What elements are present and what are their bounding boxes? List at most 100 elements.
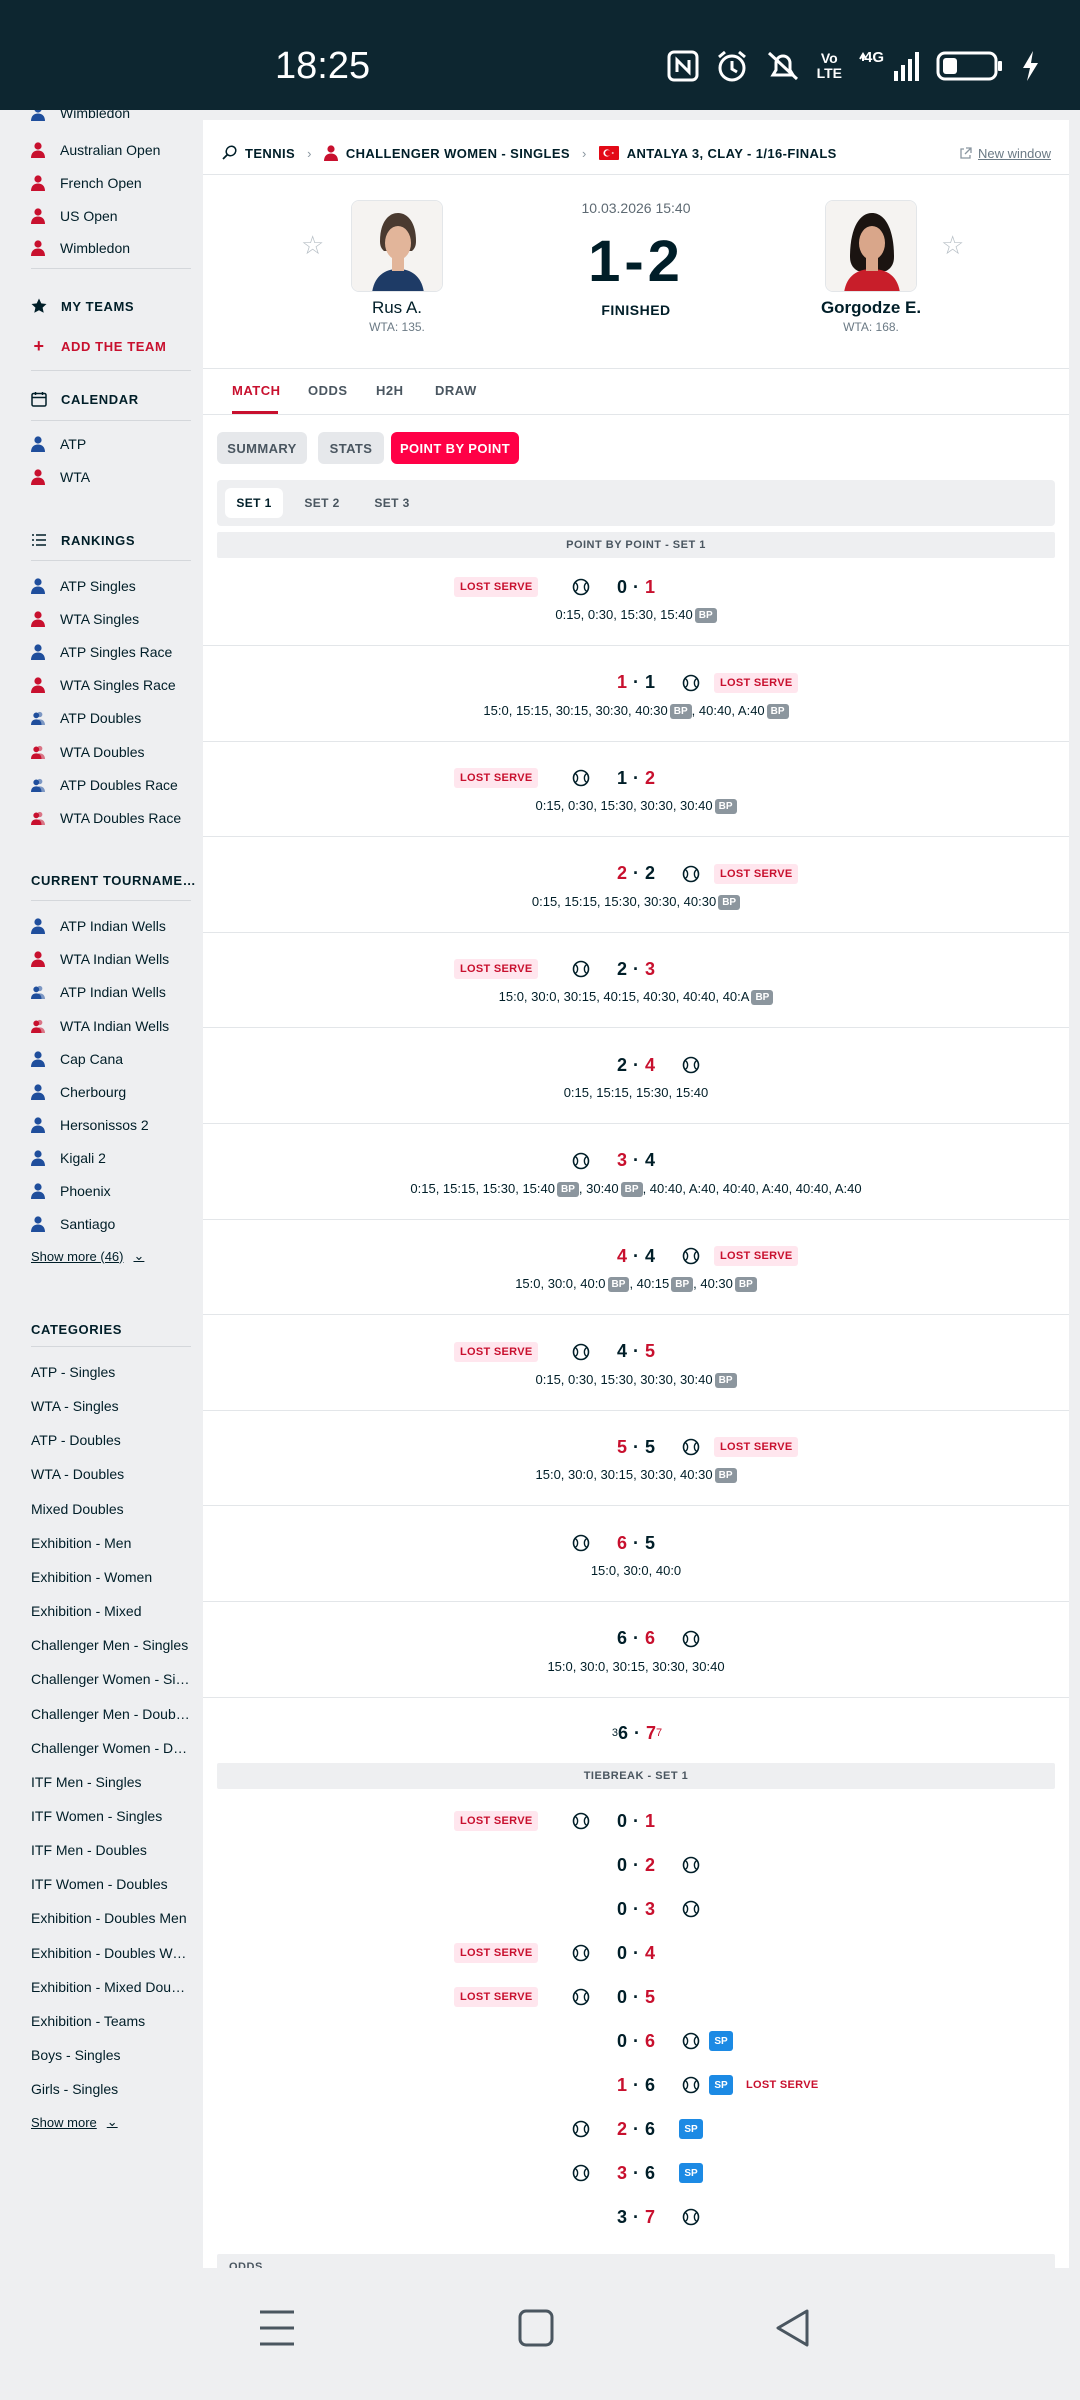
calendar-icon [31,392,47,407]
home-player-name[interactable]: Rus A. [297,298,497,318]
sidebar-item-ranking[interactable]: WTA Singles [31,604,191,634]
sidebar-item-tournament[interactable]: Wimbledon [31,233,191,263]
category-item[interactable]: Boys - Singles [31,2040,191,2070]
category-item[interactable]: Challenger Women - Doubles [31,1733,191,1763]
breadcrumb: TENNIS › CHALLENGER WOMEN - SINGLES › AN… [221,138,837,168]
sidebar-item-ranking[interactable]: ATP Singles Race [31,637,191,667]
divider [203,1314,1069,1316]
favorite-star-icon-away[interactable]: ☆ [941,230,964,261]
subtab-summary[interactable]: SUMMARY [217,432,307,464]
show-more-tournaments-link[interactable]: Show more (46) ⌄ [31,1248,144,1264]
sidebar-item-ranking[interactable]: WTA Doubles Race [31,803,191,833]
category-item[interactable]: Challenger Men - Singles [31,1630,191,1660]
sidebar-item-tournament[interactable]: US Open [31,201,191,231]
category-item[interactable]: Exhibition - Mixed Doubles [31,1972,191,2002]
sidebar-item-calendar-atp[interactable]: ATP [31,429,191,459]
sidebar-item-wimbledon-atp[interactable]: Wimbledon [31,110,191,128]
sidebar-item-ranking[interactable]: WTA Doubles [31,737,191,767]
tab-match[interactable]: MATCH [232,383,280,398]
tennis-ball-serve-icon [682,2076,700,2094]
category-item[interactable]: ATP - Singles [31,1357,191,1387]
sidebar-item-current-tournament[interactable]: Santiago [31,1209,191,1239]
category-item[interactable]: Exhibition - Doubles Men [31,1903,191,1933]
tennis-ball-serve-icon [572,2120,590,2138]
add-team-button[interactable]: + ADD THE TEAM [31,333,196,359]
away-game-score: 4 [645,1150,656,1171]
avatar-away[interactable] [825,200,917,292]
home-game-score: 0 [616,1854,627,1875]
sidebar-item-label: ATP Indian Wells [60,918,166,934]
sidebar-item-current-tournament[interactable]: Kigali 2 [31,1143,191,1173]
category-item[interactable]: Mixed Doubles [31,1494,191,1524]
back-triangle-icon[interactable] [774,2308,810,2348]
sidebar-item-current-tournament[interactable]: Hersonissos 2 [31,1110,191,1140]
home-game-score: 1 [616,672,627,693]
player-blue-icon [31,436,45,452]
sidebar-item-current-tournament[interactable]: ATP Indian Wells [31,911,191,941]
home-game-score: 0 [616,576,627,597]
subtab-stats[interactable]: STATS [318,432,384,464]
menu-icon[interactable] [258,2308,296,2348]
sidebar-item-current-tournament[interactable]: WTA Indian Wells [31,1011,191,1041]
sidebar-item-tournament[interactable]: French Open [31,168,191,198]
game-point-sequence: 15:0, 30:0, 30:15, 30:30, 40:30 BP [203,1467,1069,1484]
game-score-row: 1 · 1 [616,672,656,693]
subtab-point-by-point[interactable]: POINT BY POINT [391,432,519,464]
category-item[interactable]: WTA - Doubles [31,1459,191,1489]
points-text: 15:0, 30:0, 40:0 [515,1276,606,1292]
status-time: 18:25 [275,45,371,87]
category-item[interactable]: ITF Men - Singles [31,1767,191,1797]
sidebar-item-ranking[interactable]: ATP Singles [31,571,191,601]
sidebar-item-ranking[interactable]: WTA Singles Race [31,670,191,700]
away-game-score: 4 [645,1245,656,1266]
category-item[interactable]: Exhibition - Teams [31,2006,191,2036]
breadcrumb-category[interactable]: CHALLENGER WOMEN - SINGLES [346,146,570,161]
sidebar-item-current-tournament[interactable]: Cherbourg [31,1077,191,1107]
tab-h2h[interactable]: H2H [376,383,404,398]
category-item[interactable]: Girls - Singles [31,2074,191,2104]
away-player-name[interactable]: Gorgodze E. [771,298,971,318]
set-tab-2[interactable]: SET 2 [293,488,351,518]
new-window-link[interactable]: New window [959,138,1051,168]
category-item[interactable]: Exhibition - Doubles Women [31,1938,191,1968]
match-date: 10.03.2026 15:40 [581,200,691,216]
breadcrumb-tournament[interactable]: ANTALYA 3, CLAY - 1/16-FINALS [627,146,837,161]
sidebar-item-current-tournament[interactable]: Phoenix [31,1176,191,1206]
breadcrumb-sport[interactable]: TENNIS [245,146,295,161]
home-square-icon[interactable] [518,2308,554,2348]
sidebar-item-current-tournament[interactable]: ATP Indian Wells [31,977,191,1007]
show-more-categories-link[interactable]: Show more ⌄ [31,2114,118,2130]
game-score-row: 4 · 4 [616,1245,656,1266]
sidebar-item-label: WTA Indian Wells [60,951,170,967]
away-game-score: 6 [645,2074,656,2095]
tab-odds[interactable]: ODDS [308,383,348,398]
set-tab-3[interactable]: SET 3 [363,488,421,518]
category-item[interactable]: Exhibition - Mixed [31,1596,191,1626]
sidebar-item-tournament[interactable]: Australian Open [31,135,191,165]
favorite-star-icon-home[interactable]: ☆ [301,230,324,261]
sidebar-item-ranking[interactable]: ATP Doubles [31,703,191,733]
sidebar-item-current-tournament[interactable]: WTA Indian Wells [31,944,191,974]
category-item[interactable]: Challenger Men - Doubles [31,1699,191,1729]
set-tab-1[interactable]: SET 1 [225,488,283,518]
category-item[interactable]: ATP - Doubles [31,1425,191,1455]
category-item[interactable]: Exhibition - Men [31,1528,191,1558]
category-item[interactable]: Challenger Women - Singles [31,1664,191,1694]
points-text: 0:15, 15:15, 15:30, 30:30, 40:30 [531,893,717,909]
sidebar-item-current-tournament[interactable]: Cap Cana [31,1044,191,1074]
sidebar-item-label: Santiago [60,1216,116,1232]
break-point-badge: BP [714,1372,737,1388]
list-icon [32,534,46,546]
category-item[interactable]: ITF Women - Singles [31,1801,191,1831]
category-item[interactable]: Exhibition - Women [31,1562,191,1592]
game-point-sequence: 0:15, 0:30, 15:30, 15:40 BP [203,607,1069,624]
sidebar-item-ranking[interactable]: ATP Doubles Race [31,770,191,800]
category-item[interactable]: ITF Women - Doubles [31,1869,191,1899]
category-item[interactable]: ITF Men - Doubles [31,1835,191,1865]
new-window-label[interactable]: New window [978,146,1051,161]
tab-draw[interactable]: DRAW [435,383,477,398]
sidebar-item-calendar-wta[interactable]: WTA [31,462,191,492]
category-item[interactable]: WTA - Singles [31,1391,191,1421]
avatar-home[interactable] [351,200,443,292]
sidebar-item-label: WTA Singles [60,611,140,627]
